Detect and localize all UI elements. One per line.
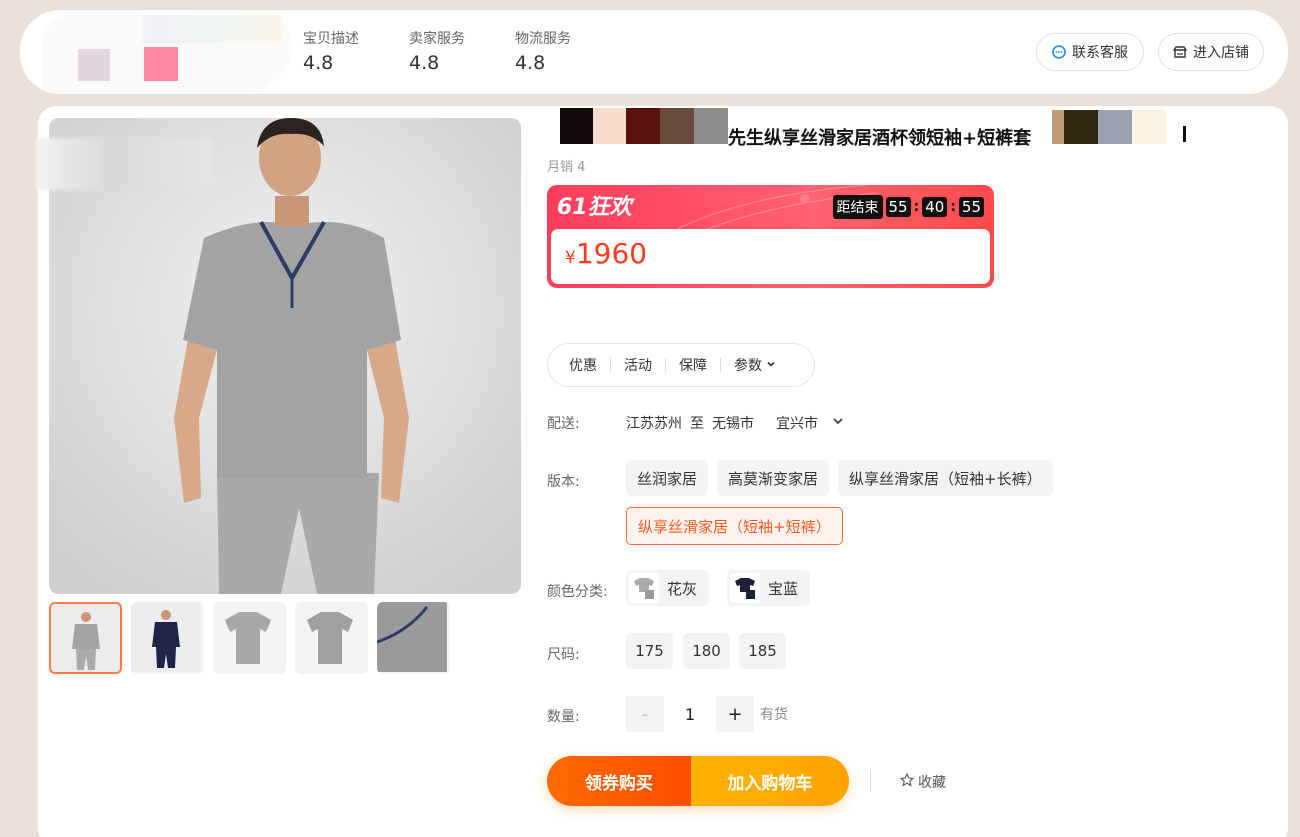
delivery-city[interactable]: 无锡市 [712,413,754,433]
thumbnail-3[interactable] [213,602,286,674]
score-description: 宝贝描述 4.8 [303,28,359,74]
product-title-area: 先生纵享丝滑家居酒杯领短袖+短裤套 [560,108,1200,149]
version-option[interactable]: 高莫渐变家居 [717,460,830,496]
title-blur-block [626,108,660,144]
delivery-label: 配送: [547,416,580,432]
delivery-from: 江苏苏州 [626,416,682,432]
color-option-blue[interactable]: 宝蓝 [727,570,811,606]
thumbnail-5[interactable] [377,602,450,674]
quantity-stepper: - 1 + 有货 [626,696,788,732]
chevron-down-icon [766,357,776,373]
quantity-minus-button[interactable]: - [626,696,664,732]
countdown-separator: : [913,199,920,215]
version-label: 版本: [547,474,580,490]
title-blur-block [560,108,593,144]
title-blur-block [694,108,728,144]
size-label: 尺码: [547,647,580,663]
chat-bubble-icon [1052,45,1066,59]
title-blur-block [1098,110,1132,144]
thumbnail-4[interactable] [295,602,368,674]
enter-store-button[interactable]: 进入店铺 [1158,33,1264,71]
price-value: 1960 [575,237,648,270]
countdown-hours: 55 [885,197,911,217]
countdown-label: 距结束 [832,195,883,219]
shop-logo[interactable] [42,15,302,95]
image-watermark [36,138,214,190]
contact-service-label: 联系客服 [1072,45,1128,61]
countdown-separator: : [950,199,956,215]
tab-parameters[interactable]: 参数 [721,355,789,375]
score-value: 4.8 [515,52,546,74]
size-option[interactable]: 175 [626,633,673,669]
thumbnail-1[interactable] [49,602,122,674]
color-label: 颜色分类: [547,584,608,600]
score-service: 卖家服务 4.8 [409,28,465,74]
version-option[interactable]: 纵享丝滑家居（短袖+长裤） [838,460,1053,496]
action-divider [870,770,871,792]
coupon-buy-button[interactable]: 领券购买 [547,756,691,806]
contact-service-button[interactable]: 联系客服 [1036,33,1144,71]
tab-parameters-label: 参数 [734,358,762,374]
quantity-input[interactable]: 1 [664,696,716,732]
version-option[interactable]: 丝润家居 [626,460,709,496]
delivery-district[interactable]: 宜兴市 [776,413,818,433]
thumbnail-2[interactable] [131,602,204,674]
score-value: 4.8 [303,52,334,74]
size-option[interactable]: 185 [739,633,786,669]
color-option-label: 花灰 [667,579,698,598]
title-blur-block [1064,110,1098,144]
score-label: 宝贝描述 [303,31,359,47]
product-title: 先生纵享丝滑家居酒杯领短袖+短裤套 [728,128,1032,149]
title-end-mark [1183,126,1186,142]
add-to-cart-button[interactable]: 加入购物车 [690,756,849,806]
logo-blur-block [78,49,110,81]
thumbnail-list [49,602,450,674]
favorite-label: 收藏 [918,775,946,791]
quantity-label: 数量: [547,709,580,725]
promo-price-box: 61狂欢 距结束 55 : 40 : 55 ¥1960 [547,185,994,288]
favorite-button[interactable]: 收藏 [899,772,946,792]
monthly-sales: 月销 4 [547,160,586,175]
purchase-buttons: 领券购买 加入购物车 [547,756,849,806]
product-price: ¥1960 [565,237,647,270]
title-blur-block [1132,110,1166,144]
color-option-grey[interactable]: 花灰 [626,570,710,606]
store-icon [1173,45,1187,59]
shop-scores: 宝贝描述 4.8 卖家服务 4.8 物流服务 4.8 [303,28,571,74]
logo-blur-band [142,15,282,43]
countdown-minutes: 40 [922,197,948,217]
score-value: 4.8 [409,52,440,74]
tshirt-navy-icon [730,573,760,603]
title-blur-block [1052,110,1064,144]
info-tabs: 优惠 活动 保障 参数 [547,343,815,387]
enter-store-label: 进入店铺 [1193,45,1249,61]
tshirt-grey-icon [629,573,659,603]
promo-event-name: 61狂欢 [557,195,632,220]
tab-activity[interactable]: 活动 [611,355,665,375]
title-blur-block [593,108,626,144]
delivery-info: 江苏苏州 至 无锡市 宜兴市 [626,413,844,433]
tab-guarantee[interactable]: 保障 [666,355,720,375]
star-icon [899,772,915,791]
countdown-seconds: 55 [958,197,984,217]
size-option[interactable]: 180 [683,633,730,669]
color-option-label: 宝蓝 [768,579,799,598]
logo-blur-block [144,47,178,81]
version-option-selected[interactable]: 纵享丝滑家居（短袖+短裤） [626,507,843,545]
price-panel: ¥1960 [551,229,990,284]
score-label: 卖家服务 [409,31,465,47]
quantity-plus-button[interactable]: + [716,696,754,732]
chevron-down-icon[interactable] [832,415,844,431]
delivery-to-word: 至 [690,416,704,432]
score-logistics: 物流服务 4.8 [515,28,571,74]
countdown-timer: 距结束 55 : 40 : 55 [832,195,984,219]
title-blur-block [660,108,694,144]
tab-discount[interactable]: 优惠 [556,355,610,375]
currency-symbol: ¥ [565,248,576,268]
score-label: 物流服务 [515,31,571,47]
stock-status: 有货 [760,707,788,723]
